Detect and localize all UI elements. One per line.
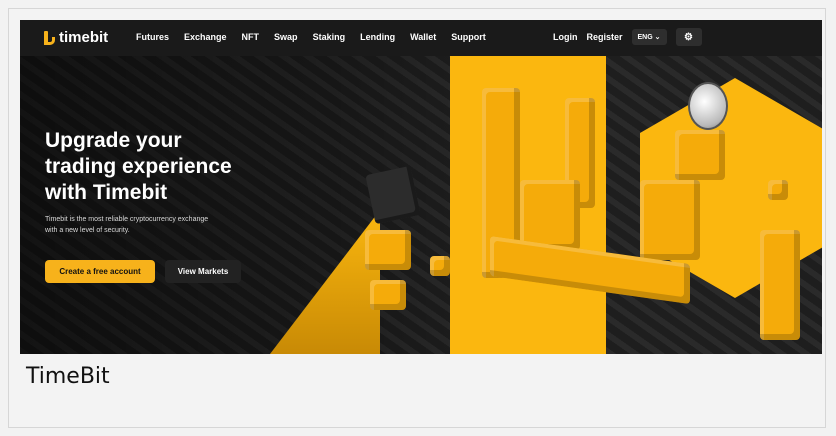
art-block — [640, 180, 700, 260]
headline-line: trading experience — [45, 155, 232, 178]
nav-item-lending[interactable]: Lending — [360, 32, 395, 42]
hero-headline: Upgrade your trading experience with Tim… — [45, 128, 265, 206]
nav-item-exchange[interactable]: Exchange — [184, 32, 227, 42]
art-block — [760, 230, 800, 340]
subtitle-line: Timebit is the most reliable cryptocurre… — [45, 216, 209, 223]
art-block — [520, 180, 580, 250]
art-block — [365, 230, 411, 270]
language-selector[interactable]: ENG ⌄ — [631, 29, 667, 45]
headline-line: with Timebit — [45, 181, 168, 204]
headline-line: Upgrade your — [45, 129, 182, 152]
art-block — [430, 256, 450, 276]
top-navigation: timebit Futures Exchange NFT Swap Stakin… — [20, 20, 822, 56]
nav-item-swap[interactable]: Swap — [274, 32, 298, 42]
coin-icon — [688, 82, 728, 130]
view-markets-button[interactable]: View Markets — [165, 260, 241, 283]
nav-item-wallet[interactable]: Wallet — [410, 32, 436, 42]
create-account-button[interactable]: Create a free account — [45, 260, 155, 283]
nav-item-nft[interactable]: NFT — [242, 32, 260, 42]
timebit-logo-icon — [44, 30, 56, 45]
register-link[interactable]: Register — [587, 32, 623, 42]
account-nav: Login Register ENG ⌄ ⚙ — [553, 28, 702, 46]
main-menu: Futures Exchange NFT Swap Staking Lendin… — [136, 32, 486, 42]
nav-item-staking[interactable]: Staking — [313, 32, 346, 42]
art-block — [370, 280, 406, 310]
hero-subtitle: Timebit is the most reliable cryptocurre… — [45, 214, 245, 236]
nav-item-support[interactable]: Support — [451, 32, 486, 42]
art-block — [768, 180, 788, 200]
art-block — [365, 165, 421, 225]
logo-text: timebit — [59, 29, 109, 46]
timebit-logo[interactable]: timebit — [44, 29, 108, 46]
settings-button[interactable]: ⚙ — [675, 28, 702, 46]
subtitle-line: with a new level of security. — [45, 227, 130, 234]
art-block — [675, 130, 725, 180]
login-link[interactable]: Login — [553, 32, 578, 42]
website-screenshot[interactable]: timebit Futures Exchange NFT Swap Stakin… — [20, 20, 822, 354]
gear-icon: ⚙ — [684, 31, 693, 43]
nav-item-futures[interactable]: Futures — [136, 32, 169, 42]
result-title[interactable]: TimeBit — [26, 364, 110, 389]
